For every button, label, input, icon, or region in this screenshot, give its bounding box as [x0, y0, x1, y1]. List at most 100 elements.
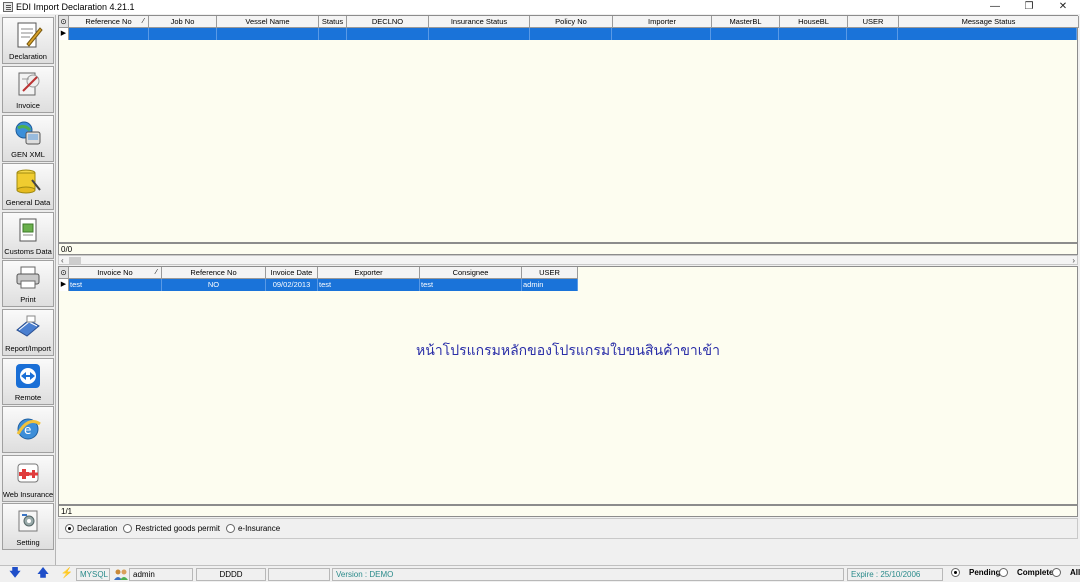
scroll-left-icon[interactable]: ‹ — [61, 256, 64, 265]
column-header[interactable]: Invoice Date — [266, 267, 318, 278]
column-header[interactable]: USER — [522, 267, 578, 278]
customs-data-label: Customs Data — [4, 247, 52, 256]
table-cell[interactable]: test — [69, 279, 162, 291]
table-cell[interactable]: 09/02/2013 — [266, 279, 318, 291]
setting-icon — [3, 504, 53, 538]
row-indicator-header[interactable]: ⊙ — [59, 267, 69, 278]
radio-declaration[interactable]: Declaration — [65, 524, 117, 533]
column-header[interactable]: Job No — [149, 16, 217, 27]
column-header[interactable]: Consignee — [420, 267, 522, 278]
customs-data-icon — [3, 213, 53, 247]
table-cell[interactable] — [347, 28, 429, 40]
scrollbar-thumb[interactable] — [69, 257, 81, 264]
table-cell[interactable] — [779, 28, 848, 40]
table-cell[interactable] — [319, 28, 347, 40]
table-row[interactable]: ▶ — [59, 28, 1078, 40]
filter-complete[interactable]: Complete — [999, 568, 1053, 577]
remote-icon — [3, 359, 53, 393]
restore-button[interactable]: ❐ — [1012, 0, 1046, 14]
general-data-button[interactable]: General Data — [2, 163, 54, 210]
table-cell[interactable] — [612, 28, 712, 40]
left-toolbar: Declaration Invoice GEN XML General Data… — [0, 15, 56, 565]
row-indicator-header[interactable]: ⊙ — [59, 16, 69, 27]
column-header[interactable]: Reference No ⁄ — [69, 16, 149, 27]
table-cell[interactable] — [217, 28, 319, 40]
company-code: DDDD — [196, 568, 266, 581]
column-header[interactable]: Status — [319, 16, 347, 27]
column-header[interactable]: Importer — [613, 16, 712, 27]
invoice-grid[interactable]: ⊙ Invoice No ⁄ Reference No Invoice Date … — [58, 266, 1078, 505]
print-button[interactable]: Print — [2, 260, 54, 307]
column-header[interactable]: HouseBL — [780, 16, 848, 27]
table-cell[interactable] — [149, 28, 217, 40]
setting-button[interactable]: Setting — [2, 503, 54, 550]
move-down-button[interactable]: 🡇 — [4, 567, 26, 581]
radio-dot-icon — [123, 524, 133, 533]
declaration-icon — [3, 18, 53, 52]
gen-xml-icon — [3, 116, 53, 150]
web-insurance-button[interactable]: Web Insurance — [2, 455, 54, 502]
report-import-label: Report/Import — [5, 344, 51, 353]
declaration-button[interactable]: Declaration — [2, 17, 54, 64]
scroll-right-icon[interactable]: › — [1072, 256, 1075, 265]
status-empty — [268, 568, 330, 581]
declaration-grid[interactable]: ⊙ Reference No ⁄ Job No Vessel Name Statu… — [58, 15, 1079, 243]
minimize-button[interactable]: — — [978, 0, 1012, 14]
main-message: หน้าโปรแกรมหลักของโปรแกรมใบขนสินค้าขาเข้… — [416, 343, 720, 359]
column-header[interactable]: Invoice No ⁄ — [69, 267, 162, 278]
radio-restricted-goods-permit[interactable]: Restricted goods permit — [123, 524, 220, 533]
radio-dot-icon — [225, 524, 235, 533]
radio-e-insurance[interactable]: e-Insurance — [225, 524, 280, 533]
declaration-record-count: 0/0 — [58, 243, 1078, 255]
app-icon — [3, 2, 13, 12]
row-pointer-icon: ▶ — [59, 28, 69, 40]
table-cell[interactable] — [429, 28, 530, 40]
document-type-selector: Declaration Restricted goods permit e-In… — [58, 518, 1078, 539]
column-header[interactable]: Vessel Name — [217, 16, 319, 27]
window-controls: — ❐ ✕ — [978, 0, 1080, 14]
setting-label: Setting — [16, 538, 40, 547]
column-header[interactable]: Message Status — [899, 16, 1079, 27]
status-bar: 🡇 🡅 ⚡ MYSQL admin DDDD Version : DEMO Ex… — [0, 565, 1080, 582]
close-button[interactable]: ✕ — [1046, 0, 1080, 14]
web-insurance-label: Web Insurance — [2, 490, 54, 499]
remote-button[interactable]: Remote — [2, 358, 54, 405]
table-cell[interactable] — [898, 28, 1078, 40]
gen-xml-button[interactable]: GEN XML — [2, 115, 54, 162]
print-label: Print — [20, 295, 36, 304]
column-header[interactable]: Reference No — [162, 267, 266, 278]
table-cell[interactable] — [530, 28, 613, 40]
table-row[interactable]: ▶ test NO 09/02/2013 test test admin — [59, 279, 578, 291]
remote-label: Remote — [14, 393, 42, 402]
sort-icon: ⁄ — [142, 18, 144, 25]
invoice-grid-header: ⊙ Invoice No ⁄ Reference No Invoice Date … — [59, 267, 578, 279]
table-cell[interactable] — [69, 28, 149, 40]
invoice-button[interactable]: Invoice — [2, 66, 54, 113]
invoice-record-count: 1/1 — [58, 505, 1078, 517]
lightning-icon: ⚡ — [60, 568, 74, 579]
horizontal-scrollbar[interactable]: ‹ › — [58, 255, 1078, 265]
browser-button[interactable]: e — [2, 406, 54, 453]
table-cell[interactable] — [711, 28, 780, 40]
column-header[interactable]: Insurance Status — [429, 16, 530, 27]
column-header[interactable]: MasterBL — [712, 16, 780, 27]
web-insurance-icon — [3, 456, 53, 490]
table-cell[interactable]: NO — [162, 279, 266, 291]
filter-pending[interactable]: Pending — [951, 568, 1001, 577]
sort-icon: ⁄ — [155, 269, 157, 276]
column-header[interactable]: Exporter — [318, 267, 420, 278]
report-import-button[interactable]: Report/Import — [2, 309, 54, 356]
radio-dot-icon — [1052, 568, 1061, 577]
invoice-icon — [3, 67, 53, 101]
column-header[interactable]: DECLNO — [347, 16, 429, 27]
column-header[interactable]: Policy No — [530, 16, 613, 27]
table-cell[interactable]: admin — [522, 279, 578, 291]
table-cell[interactable]: test — [318, 279, 420, 291]
filter-all[interactable]: All — [1052, 568, 1080, 577]
column-header[interactable]: USER — [848, 16, 899, 27]
gen-xml-label: GEN XML — [11, 150, 45, 159]
move-up-button[interactable]: 🡅 — [32, 567, 54, 581]
table-cell[interactable] — [847, 28, 899, 40]
customs-data-button[interactable]: Customs Data — [2, 212, 54, 259]
table-cell[interactable]: test — [420, 279, 522, 291]
